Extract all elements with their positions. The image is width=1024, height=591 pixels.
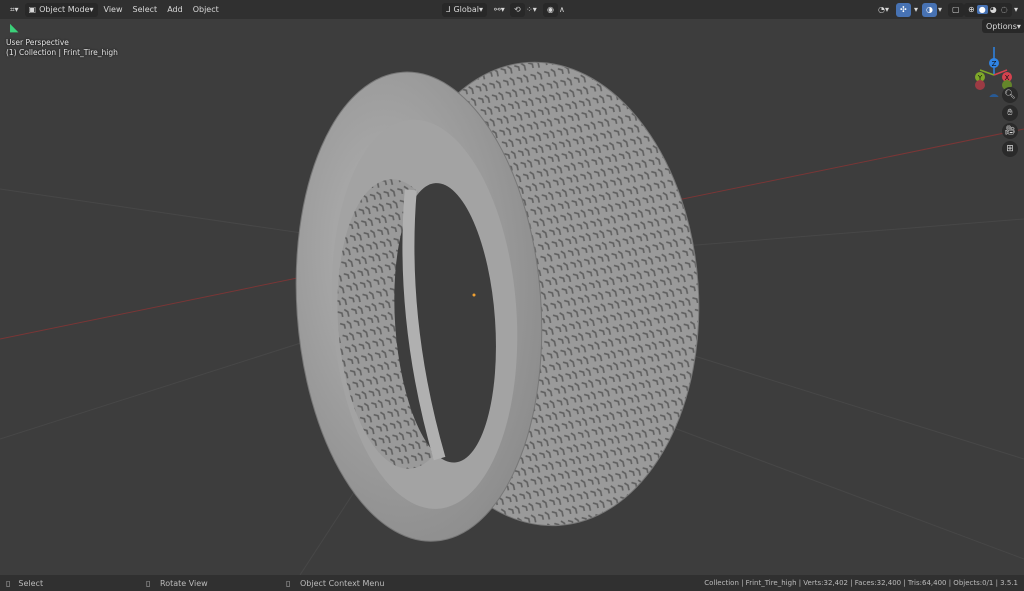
proportional-icon: ◉: [547, 5, 554, 14]
editor-type-icon: ⌗▾: [10, 4, 19, 14]
mode-dropdown[interactable]: ▣ Object Mode ▾: [24, 2, 98, 17]
menu-view[interactable]: View: [100, 3, 127, 17]
snap-target-dropdown[interactable]: ⁘▾: [522, 3, 541, 17]
falloff-icon: ∧: [559, 5, 565, 14]
status-select: Select: [18, 578, 44, 588]
camera-view-icon[interactable]: 🎥︎: [1002, 123, 1018, 139]
shading-modes: ⊕ ● ◕ ◌: [964, 2, 1012, 17]
xray-toggle[interactable]: ▢: [948, 2, 964, 17]
perspective-toggle-icon[interactable]: ⊞: [1002, 141, 1018, 157]
rendered-shading-icon[interactable]: ◌: [999, 5, 1010, 14]
overlay-dropdown[interactable]: ▾: [934, 3, 946, 17]
menu-add[interactable]: Add: [163, 3, 187, 17]
xray-icon: ▢: [952, 5, 960, 14]
object-origin: [472, 293, 476, 297]
orientation-icon: ⅃: [446, 5, 451, 14]
gizmo-toggle[interactable]: ✣: [896, 2, 911, 17]
perspective-label: User Perspective: [6, 38, 69, 47]
snap-grid-icon: ⁘▾: [526, 5, 537, 14]
status-bar: ▯ Select ▯ Rotate View ▯ Object Context …: [0, 575, 1024, 591]
svg-text:Z: Z: [992, 60, 997, 68]
scene-canvas: [0, 61, 1024, 575]
menu-object[interactable]: Object: [189, 3, 223, 17]
zoom-icon[interactable]: 🔍︎: [1002, 87, 1018, 103]
snap-icon: ⟲: [514, 5, 521, 14]
solid-shading-icon[interactable]: ●: [976, 5, 988, 14]
tire-mesh: [295, 61, 700, 542]
transform-orientation-dropdown[interactable]: ⅃ Global ▾: [442, 2, 488, 17]
mouse-left-icon: ▯: [6, 578, 11, 588]
options-dropdown[interactable]: Options ▾: [982, 19, 1024, 33]
pivot-icon: ⚯▾: [494, 5, 505, 14]
falloff-dropdown[interactable]: ∧: [555, 3, 569, 17]
visibility-icon: ◔▾: [878, 5, 889, 14]
pan-hand-icon[interactable]: ✋︎: [1002, 105, 1018, 121]
status-context: Object Context Menu: [300, 578, 385, 588]
camera-icon: ◣: [10, 21, 19, 34]
scene-stats: Collection | Frint_Tire_high | Verts:32,…: [704, 579, 1018, 587]
3d-viewport[interactable]: ◣ User Perspective (1) Collection | Frin…: [0, 19, 1024, 575]
shading-dropdown[interactable]: ▾: [1010, 3, 1022, 17]
gizmo-dropdown[interactable]: ▾: [910, 3, 922, 17]
pivot-dropdown[interactable]: ⚯▾: [490, 3, 509, 17]
mouse-right-icon: ▯: [286, 578, 291, 588]
collection-info: (1) Collection | Frint_Tire_high: [6, 48, 118, 57]
material-shading-icon[interactable]: ◕: [988, 5, 999, 14]
viewport-header: ⌗▾ ▣ Object Mode ▾ View Select Add Object …: [0, 0, 1024, 19]
status-rotate: Rotate View: [160, 578, 208, 588]
visibility-dropdown[interactable]: ◔▾: [874, 3, 893, 17]
object-mode-icon: ▣: [28, 5, 37, 14]
wireframe-shading-icon[interactable]: ⊕: [966, 5, 977, 14]
mouse-middle-icon: ▯: [146, 578, 151, 588]
gizmo-icon: ✣: [900, 5, 907, 14]
editor-type-button[interactable]: ⌗▾: [6, 3, 23, 17]
overlay-icon: ◑: [926, 5, 933, 14]
menu-select[interactable]: Select: [129, 3, 162, 17]
